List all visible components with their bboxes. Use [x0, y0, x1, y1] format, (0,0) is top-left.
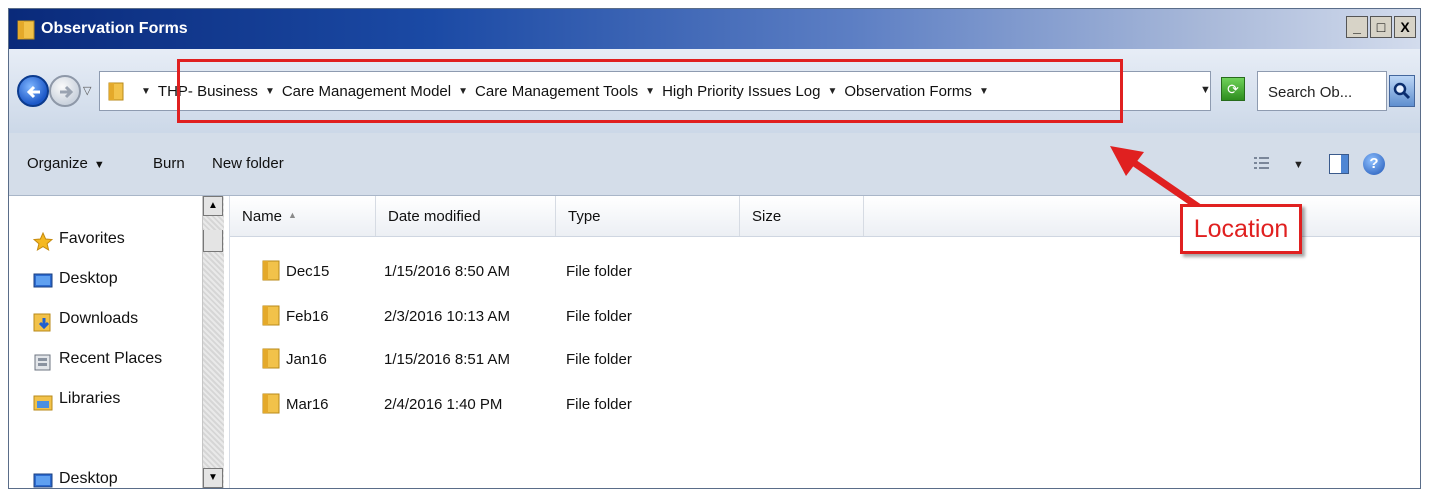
column-header-date-modified[interactable]: Date modified [376, 196, 556, 236]
file-type: File folder [566, 308, 632, 325]
nav-item-label: Desktop [59, 470, 118, 487]
forward-button[interactable] [49, 75, 81, 107]
navigation-pane: Favorites Desktop Downloads Recent Place… [9, 196, 230, 488]
scroll-thumb[interactable] [203, 230, 223, 252]
search-icon [1393, 82, 1411, 100]
column-label: Name [242, 208, 283, 225]
back-button[interactable] [17, 75, 49, 107]
back-arrow-icon [26, 85, 40, 99]
file-name: Mar16 [286, 396, 329, 413]
refresh-icon: ⟳ [1227, 81, 1239, 97]
file-type: File folder [566, 351, 632, 368]
column-header-size[interactable]: Size [740, 196, 864, 236]
nav-item-label: Downloads [59, 310, 139, 327]
view-options-icon[interactable] [1253, 155, 1271, 173]
folder-icon [262, 392, 280, 418]
table-row[interactable]: Jan16 1/15/2016 8:51 AM File folder [230, 339, 1420, 379]
location-annotation-label: Location [1180, 204, 1302, 254]
column-header-name[interactable]: Name ▲ [230, 196, 376, 236]
organize-button[interactable]: Organize ▼ [27, 155, 105, 172]
nav-item-desktop[interactable]: Desktop [33, 270, 118, 288]
downloads-icon [33, 312, 53, 337]
search-placeholder: Search Ob... [1268, 84, 1353, 101]
burn-button[interactable]: Burn [153, 155, 185, 172]
folder-icon [108, 81, 124, 106]
nav-item-libraries[interactable]: Libraries [33, 390, 121, 411]
nav-item-downloads[interactable]: Downloads [33, 310, 139, 332]
sort-ascending-icon: ▲ [288, 210, 297, 220]
preview-pane-icon[interactable] [1329, 154, 1349, 174]
file-type: File folder [566, 396, 632, 413]
scroll-down-button[interactable]: ▼ [203, 468, 223, 488]
location-highlight-box [177, 59, 1123, 123]
file-date: 1/15/2016 8:51 AM [384, 351, 510, 368]
minimize-button[interactable]: _ [1346, 16, 1368, 38]
search-button[interactable] [1389, 75, 1415, 107]
nav-item-desktop-root[interactable]: Desktop [33, 470, 118, 488]
caption-buttons: _ □ X [1346, 16, 1416, 38]
file-name: Dec15 [286, 263, 330, 280]
desktop-icon [33, 272, 53, 295]
nav-item-label: Desktop [59, 270, 118, 287]
nav-item-favorites[interactable]: Favorites [32, 230, 125, 252]
close-button[interactable]: X [1394, 16, 1416, 38]
nav-item-label: Libraries [59, 390, 121, 407]
file-date: 2/3/2016 10:13 AM [384, 308, 510, 325]
table-row[interactable]: Mar16 2/4/2016 1:40 PM File folder [230, 384, 1420, 424]
column-header-type[interactable]: Type [556, 196, 740, 236]
table-row[interactable]: Dec15 1/15/2016 8:50 AM File folder [230, 251, 1420, 291]
window-title: Observation Forms [41, 20, 188, 37]
chevron-down-icon: ▼ [93, 159, 105, 171]
nav-item-label: Favorites [59, 230, 125, 247]
organize-label: Organize [27, 155, 88, 172]
nav-item-label: Recent Places [59, 350, 163, 367]
file-date: 1/15/2016 8:50 AM [384, 263, 510, 280]
view-dropdown-icon[interactable]: ▼ [1293, 159, 1304, 171]
nav-scrollbar[interactable]: ▲ ▼ [202, 196, 224, 488]
new-folder-button[interactable]: New folder [212, 155, 284, 172]
maximize-button[interactable]: □ [1370, 16, 1392, 38]
help-icon[interactable]: ? [1363, 153, 1385, 175]
file-type: File folder [566, 263, 632, 280]
refresh-button[interactable]: ⟳ [1221, 77, 1245, 101]
desktop-icon [33, 472, 53, 488]
scroll-up-button[interactable]: ▲ [203, 196, 223, 216]
recent-pages-dropdown-icon[interactable]: ▽ [83, 84, 91, 97]
file-date: 2/4/2016 1:40 PM [384, 396, 503, 413]
address-history-dropdown-icon[interactable]: ▼ [1200, 84, 1211, 96]
file-name: Jan16 [286, 351, 327, 368]
search-input[interactable]: Search Ob... [1257, 71, 1387, 111]
folder-icon [262, 259, 280, 285]
forward-arrow-icon [60, 85, 74, 99]
file-name: Feb16 [286, 308, 329, 325]
table-row[interactable]: Feb16 2/3/2016 10:13 AM File folder [230, 296, 1420, 336]
folder-icon [262, 347, 280, 373]
star-icon [32, 231, 54, 257]
nav-item-recent-places[interactable]: Recent Places [34, 350, 163, 371]
folder-icon [262, 304, 280, 330]
title-bar: Observation Forms _ □ X [9, 9, 1420, 49]
folder-icon [17, 18, 35, 45]
libraries-icon [33, 392, 53, 417]
breadcrumb-arrow-icon[interactable]: ▼ [141, 86, 151, 97]
recent-places-icon [33, 352, 53, 377]
